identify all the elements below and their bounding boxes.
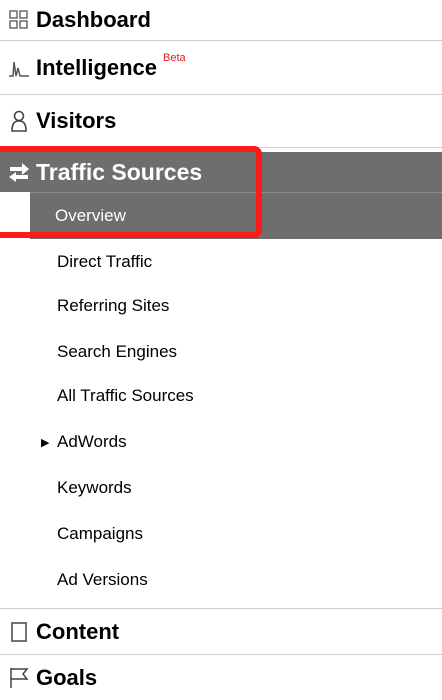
subnav-adwords-label: AdWords <box>57 432 127 451</box>
sidebar-nav: Dashboard Intelligence Beta Visitors Tra… <box>0 0 442 700</box>
nav-content-label: Content <box>36 618 120 644</box>
subnav-direct-traffic-label: Direct Traffic <box>57 252 153 271</box>
subnav-keywords[interactable]: Keywords <box>0 466 442 510</box>
nav-visitors-label: Visitors <box>36 108 117 133</box>
page-icon <box>8 621 30 643</box>
beta-badge: Beta <box>163 52 186 64</box>
subnav-keywords-label: Keywords <box>57 478 132 497</box>
subnav-all-traffic-sources[interactable]: All Traffic Sources <box>0 374 442 418</box>
expand-arrow-icon[interactable]: ▶ <box>41 436 49 449</box>
nav-intelligence[interactable]: Intelligence Beta <box>0 41 442 95</box>
nav-dashboard[interactable]: Dashboard <box>0 0 442 41</box>
subnav-referring-sites-label: Referring Sites <box>57 296 170 315</box>
subnav-adwords[interactable]: ▶ AdWords <box>0 420 442 464</box>
arrows-icon <box>8 161 30 183</box>
subnav-search-engines-label: Search Engines <box>57 342 178 361</box>
grid-icon <box>8 9 30 31</box>
nav-visitors[interactable]: Visitors <box>0 95 442 148</box>
subnav-referring-sites[interactable]: Referring Sites <box>0 284 442 328</box>
person-icon <box>8 110 30 132</box>
subnav-ad-versions[interactable]: Ad Versions <box>0 558 442 602</box>
subnav-all-traffic-sources-label: All Traffic Sources <box>57 386 194 405</box>
nav-goals[interactable]: Goals <box>0 655 442 700</box>
nav-goals-label: Goals <box>36 664 98 690</box>
pulse-icon <box>8 57 30 79</box>
subnav-campaigns[interactable]: Campaigns <box>0 512 442 556</box>
subnav-campaigns-label: Campaigns <box>57 524 143 543</box>
nav-traffic-sources-label: Traffic Sources <box>36 158 203 185</box>
nav-traffic-sources[interactable]: Traffic Sources <box>0 152 442 192</box>
subnav-overview[interactable]: Overview <box>30 192 442 239</box>
flag-icon <box>8 667 30 689</box>
nav-dashboard-label: Dashboard <box>36 7 151 32</box>
subnav-search-engines[interactable]: Search Engines <box>0 330 442 374</box>
subnav-ad-versions-label: Ad Versions <box>57 570 148 589</box>
nav-intelligence-label: Intelligence <box>36 54 158 80</box>
subnav-direct-traffic[interactable]: Direct Traffic <box>0 240 442 284</box>
subnav-overview-label: Overview <box>55 206 126 225</box>
nav-content[interactable]: Content <box>0 609 442 655</box>
